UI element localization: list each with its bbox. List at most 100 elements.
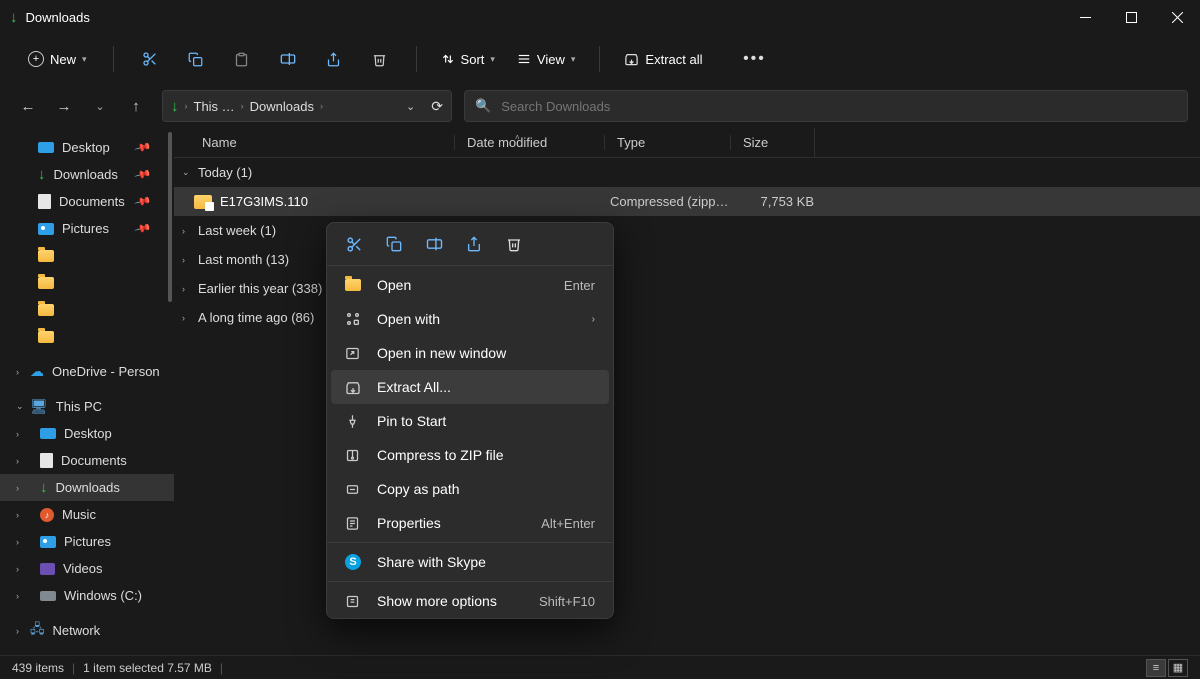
- up-button[interactable]: ↑: [120, 90, 152, 122]
- context-label: Open with: [377, 311, 578, 327]
- column-header-date-label: Date modified: [467, 135, 547, 150]
- window-maximize-button[interactable]: [1108, 0, 1154, 34]
- breadcrumb-separator: ›: [320, 101, 323, 111]
- chevron-down-icon[interactable]: ⌄: [406, 100, 415, 113]
- column-header-name[interactable]: Name: [174, 135, 454, 150]
- column-header-date[interactable]: ˄ Date modified: [454, 135, 604, 150]
- sidebar-item-thispc[interactable]: ⌄ 🖥 This PC: [0, 393, 174, 420]
- context-item-open-with[interactable]: Open with ›: [331, 302, 609, 336]
- context-item-compress-zip[interactable]: Compress to ZIP file: [331, 438, 609, 472]
- sidebar-item-pictures[interactable]: › Pictures: [0, 528, 174, 555]
- file-row[interactable]: E17G3IMS.110 Compressed (zipp… 7,753 KB: [174, 187, 1200, 216]
- more-button[interactable]: •••: [734, 41, 774, 77]
- sidebar-item-videos[interactable]: › Videos: [0, 555, 174, 582]
- sidebar-item-documents[interactable]: › Documents: [0, 447, 174, 474]
- expand-icon[interactable]: ›: [16, 483, 19, 493]
- collapse-icon[interactable]: ⌄: [16, 401, 24, 412]
- collapse-icon[interactable]: ⌄: [182, 167, 196, 178]
- context-item-open[interactable]: Open Enter: [331, 268, 609, 302]
- expand-icon[interactable]: ›: [16, 564, 19, 574]
- copy-button[interactable]: [176, 41, 216, 77]
- sidebar-scrollbar[interactable]: [168, 132, 172, 302]
- thumbnails-view-button[interactable]: ▦: [1168, 659, 1188, 677]
- delete-button[interactable]: [360, 41, 400, 77]
- context-share-button[interactable]: [463, 233, 485, 255]
- sidebar-item-pictures-quick[interactable]: Pictures 📌: [0, 215, 174, 242]
- details-view-button[interactable]: ≡: [1146, 659, 1166, 677]
- context-rename-button[interactable]: [423, 233, 445, 255]
- status-item-count: 439 items: [12, 661, 64, 675]
- context-item-open-new-window[interactable]: Open in new window: [331, 336, 609, 370]
- back-button[interactable]: ←: [12, 90, 44, 122]
- toolbar-separator: [416, 46, 417, 72]
- sort-icon: [441, 52, 455, 66]
- group-today[interactable]: ⌄ Today (1): [174, 158, 1200, 187]
- share-button[interactable]: [314, 41, 354, 77]
- expand-icon[interactable]: ›: [16, 456, 19, 466]
- downloads-folder-icon: ↓: [171, 98, 179, 115]
- address-bar[interactable]: ↓ › This … › Downloads › ⌄ ⟳: [162, 90, 452, 122]
- rename-icon: [426, 237, 443, 251]
- window-close-button[interactable]: [1154, 0, 1200, 34]
- breadcrumb-segment-thispc[interactable]: This …: [194, 99, 235, 114]
- sidebar-item-desktop[interactable]: › Desktop: [0, 420, 174, 447]
- sidebar-item-folder[interactable]: [0, 323, 174, 350]
- sidebar-item-network[interactable]: › 🖧 Network: [0, 617, 174, 644]
- cut-button[interactable]: [130, 41, 170, 77]
- expand-icon[interactable]: ›: [16, 367, 19, 377]
- context-item-pin-to-start[interactable]: Pin to Start: [331, 404, 609, 438]
- chevron-down-icon: ▾: [571, 54, 576, 65]
- expand-icon[interactable]: ›: [16, 626, 19, 636]
- sidebar-item-documents-quick[interactable]: Documents 📌: [0, 188, 174, 215]
- column-header-size[interactable]: Size: [730, 135, 814, 150]
- sidebar-item-desktop-quick[interactable]: Desktop 📌: [0, 134, 174, 161]
- extract-all-button[interactable]: Extract all: [616, 48, 710, 71]
- show-more-icon: [345, 594, 363, 609]
- search-input[interactable]: [501, 99, 1177, 114]
- new-button[interactable]: + New ▾: [18, 47, 97, 71]
- context-item-properties[interactable]: Properties Alt+Enter: [331, 506, 609, 540]
- paste-button[interactable]: [222, 41, 262, 77]
- forward-button[interactable]: →: [48, 90, 80, 122]
- context-copy-button[interactable]: [383, 233, 405, 255]
- sidebar-item-folder[interactable]: [0, 296, 174, 323]
- view-button[interactable]: View ▾: [509, 48, 583, 71]
- thumbnails-view-icon: ▦: [1173, 661, 1183, 674]
- new-window-icon: [345, 346, 363, 361]
- new-label: New: [50, 52, 76, 67]
- copy-icon: [188, 52, 203, 67]
- expand-icon[interactable]: ›: [16, 537, 19, 547]
- context-item-extract-all[interactable]: Extract All...: [331, 370, 609, 404]
- sidebar-item-folder[interactable]: [0, 242, 174, 269]
- context-item-show-more[interactable]: Show more options Shift+F10: [331, 584, 609, 618]
- expand-icon[interactable]: ›: [16, 510, 19, 520]
- context-item-share-skype[interactable]: S Share with Skype: [331, 545, 609, 579]
- breadcrumb-segment-downloads[interactable]: Downloads: [250, 99, 314, 114]
- expand-icon[interactable]: ›: [16, 591, 19, 601]
- sidebar-item-downloads-quick[interactable]: ↓ Downloads 📌: [0, 161, 174, 188]
- sidebar-item-onedrive[interactable]: › ☁ OneDrive - Person: [0, 358, 174, 385]
- expand-icon[interactable]: ›: [182, 255, 196, 265]
- sidebar-item-music[interactable]: › ♪ Music: [0, 501, 174, 528]
- status-bar: 439 items | 1 item selected 7.57 MB | ≡ …: [0, 655, 1200, 679]
- sidebar-item-downloads[interactable]: › ↓ Downloads: [0, 474, 174, 501]
- refresh-button[interactable]: ⟳: [431, 98, 443, 115]
- search-box[interactable]: 🔍: [464, 90, 1188, 122]
- sidebar-item-windows-c[interactable]: › Windows (C:): [0, 582, 174, 609]
- sort-label: Sort: [461, 52, 485, 67]
- expand-icon[interactable]: ›: [182, 313, 196, 323]
- expand-icon[interactable]: ›: [182, 284, 196, 294]
- context-menu-separator: [327, 581, 613, 582]
- column-header-type[interactable]: Type: [604, 135, 730, 150]
- window-minimize-button[interactable]: [1062, 0, 1108, 34]
- sort-button[interactable]: Sort ▾: [433, 48, 503, 71]
- sort-ascending-icon: ˄: [515, 133, 520, 142]
- context-item-copy-path[interactable]: Copy as path: [331, 472, 609, 506]
- expand-icon[interactable]: ›: [16, 429, 19, 439]
- rename-button[interactable]: [268, 41, 308, 77]
- sidebar-item-folder[interactable]: [0, 269, 174, 296]
- expand-icon[interactable]: ›: [182, 226, 196, 236]
- recent-locations-button[interactable]: ⌄: [84, 90, 116, 122]
- context-delete-button[interactable]: [503, 233, 525, 255]
- context-cut-button[interactable]: [343, 233, 365, 255]
